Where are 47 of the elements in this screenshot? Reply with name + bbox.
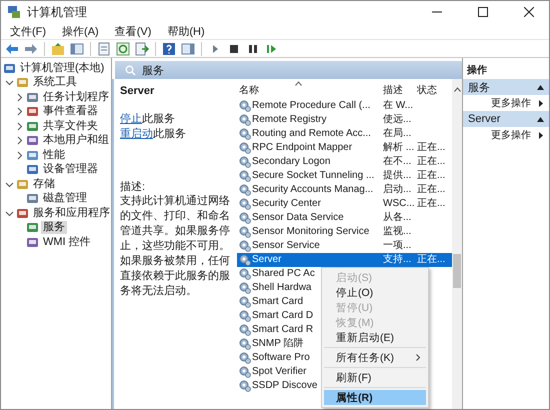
service-name-cell: Security Accounts Manag...: [252, 184, 374, 196]
description-cell: 一项...: [383, 240, 412, 251]
service-name-cell: Routing and Remote Acc...: [252, 128, 371, 140]
description-cell: 解析 ...: [383, 142, 414, 153]
window-title: 计算机管理: [27, 4, 88, 20]
status-cell: 正在...: [417, 156, 446, 167]
description-cell: 使远...: [383, 114, 412, 125]
service-action: 重启动此服务: [120, 126, 187, 141]
service-name-cell: Security Center: [252, 198, 321, 210]
service-name-cell: SNMP 陷阱: [252, 338, 304, 350]
service-name-cell: RPC Endpoint Mapper: [252, 142, 352, 154]
service-name: Server: [120, 85, 156, 97]
service-name-cell: Remote Registry: [252, 114, 326, 126]
pane-title: 服务: [142, 64, 164, 78]
status-cell: 正在...: [417, 198, 446, 209]
description-cell: 在不...: [383, 156, 412, 167]
service-name-cell: Server: [252, 254, 282, 266]
service-name-cell: Remote Procedure Call (...: [252, 100, 370, 112]
description-cell: WSC...: [383, 198, 415, 209]
description-text: 支持此计算机通过网络的文件、打印、和命名管道共享。如果服务停止，这些功能不可用。如果服务被禁用，任何直接依赖于此服务的服务将无法启动。: [120, 194, 231, 299]
service-name-cell: Smart Card R: [252, 324, 314, 336]
actions-title: 操作: [466, 64, 488, 78]
service-name-cell: Secure Socket Tunneling ...: [252, 170, 374, 182]
status-cell: 正在...: [417, 254, 446, 265]
status-cell: 正在...: [417, 142, 446, 153]
status-cell: 正在...: [417, 170, 446, 181]
description-cell: 支持...: [383, 254, 412, 265]
description-cell: 从各...: [383, 212, 412, 223]
service-action: 停止此服务: [120, 112, 176, 126]
service-name-cell: Secondary Logon: [252, 156, 330, 168]
description-label: 描述:: [120, 180, 146, 194]
description-cell: 启动...: [383, 184, 412, 195]
service-name-cell: Software Pro: [252, 352, 310, 364]
service-name-cell: Shell Hardwa: [252, 282, 312, 294]
status-cell: 正在...: [417, 184, 446, 195]
service-name-cell: Sensor Data Service: [252, 212, 344, 224]
service-name-cell: Sensor Service: [252, 240, 320, 252]
service-name-cell: Smart Card D: [252, 310, 314, 322]
description-cell: 在局...: [383, 128, 412, 139]
service-name-cell: Shared PC Ac: [252, 268, 315, 280]
description-cell: 监视...: [383, 226, 412, 237]
description-cell: 在 W...: [383, 100, 413, 111]
service-name-cell: SSDP Discove: [252, 380, 318, 392]
service-name-cell: Smart Card: [252, 296, 304, 308]
description-cell: 提供...: [383, 170, 412, 181]
service-name-cell: Spot Verifier: [252, 366, 306, 378]
service-name-cell: Sensor Monitoring Service: [252, 226, 370, 238]
